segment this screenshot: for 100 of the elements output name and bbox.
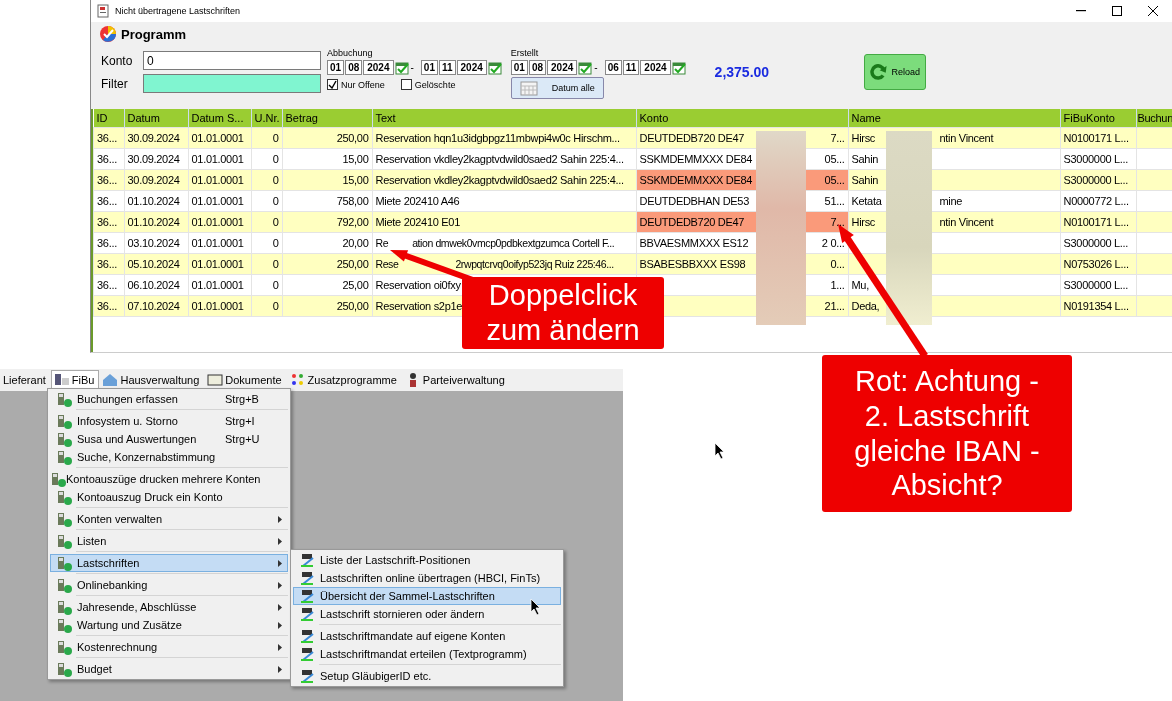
table-cell: 36... <box>93 211 124 233</box>
calendar-button[interactable] <box>487 60 502 75</box>
column-header[interactable]: ID <box>93 109 124 128</box>
column-header[interactable]: Buchun <box>1136 109 1172 128</box>
cursor-icon <box>530 598 541 616</box>
checkbox[interactable]: Gelöschte <box>400 79 456 90</box>
filter-field[interactable] <box>143 74 321 93</box>
menu-item[interactable]: Übersicht der Sammel-Lastschriften <box>293 587 561 605</box>
date-segment[interactable]: 2024 <box>456 60 487 75</box>
cell-text: 2 0... <box>821 237 845 249</box>
date-segment[interactable]: 01 <box>327 60 345 75</box>
minimize-icon <box>1076 10 1086 12</box>
cell-text: ntin Vincent <box>939 132 994 144</box>
column-header[interactable]: Datum <box>124 109 188 128</box>
menu-item[interactable]: Suche, Konzernabstimmung <box>50 448 288 466</box>
menu-item[interactable]: Budget <box>50 660 288 678</box>
maximize-icon <box>1112 6 1122 16</box>
column-header[interactable]: Name <box>848 109 1060 128</box>
calendar-button[interactable] <box>578 60 593 75</box>
date-all-button[interactable]: Datum alle <box>510 77 604 99</box>
menu-bar-item[interactable]: FiBu <box>50 370 100 390</box>
cell-text: 0... <box>830 258 845 270</box>
menu-bar-item[interactable]: Zusatzprogramme <box>286 370 402 390</box>
date-segment[interactable]: 2024 <box>640 60 671 75</box>
menu-bar-item[interactable]: Lieferant <box>0 372 51 388</box>
menu-item[interactable]: Kostenrechnung <box>50 638 288 656</box>
column-header[interactable]: Datum S... <box>188 109 251 128</box>
date-segment[interactable]: 11 <box>438 60 456 75</box>
menu-item[interactable]: Lastschriftmandate auf eigene Konten <box>293 627 561 645</box>
menu-icon <box>207 372 224 388</box>
konto-label: Konto <box>101 53 134 68</box>
app-icon <box>56 511 72 527</box>
table-cell: Reservation hqn1u3idgbpgz11mbwpi4w0c Hirschm... <box>372 127 636 149</box>
toolbar-title: Programm <box>121 26 187 42</box>
menu-bar-item[interactable]: Dokumente <box>204 370 287 390</box>
refresh-icon <box>870 62 888 82</box>
cell-text: Hirsc <box>851 132 877 144</box>
menu-bar-item[interactable]: Hausverwaltung <box>99 370 205 390</box>
menu-item[interactable]: Kontoauszug Druck ein Konto <box>50 488 288 506</box>
menu-item[interactable]: Wartung und Zusätze <box>50 616 288 634</box>
column-header[interactable]: FiBuKonto <box>1060 109 1136 128</box>
cell-text: Deda, <box>851 300 881 312</box>
menu-bar-item[interactable]: Parteiverwaltung <box>401 370 510 390</box>
menu-item[interactable]: Jahresende, Abschlüsse <box>50 598 288 616</box>
menu-item[interactable]: Lastschrift stornieren oder ändern <box>293 605 561 623</box>
menu-item[interactable]: Lastschriften online übertragen (HBCI, FinTs) <box>293 569 561 587</box>
date-segment[interactable]: 2024 <box>547 60 578 75</box>
calendar-button[interactable] <box>394 60 409 75</box>
range-dash: - <box>594 62 598 73</box>
menu-item[interactable]: Lastschriften <box>50 554 288 572</box>
table-cell: N0100171 L... <box>1060 127 1136 149</box>
date-segment[interactable]: 08 <box>345 60 363 75</box>
cell-text: DEUTDEDBHAN DE53 <box>639 195 749 207</box>
app-icon <box>56 617 72 633</box>
table-cell: Reservation vkdley2kagptvdwild0saed2 Sahin 225:4... <box>372 169 636 191</box>
menu-item[interactable]: Infosystem u. Storno Strg+I <box>50 412 288 430</box>
date-segment[interactable]: 2024 <box>363 60 394 75</box>
logo-icon <box>99 25 117 43</box>
checkbox[interactable]: Nur Offene <box>327 79 385 90</box>
date-segment[interactable]: 06 <box>604 60 622 75</box>
menu-item[interactable]: Susa und Auswertungen Strg+U <box>50 430 288 448</box>
app-icon <box>56 577 72 593</box>
date-segment[interactable]: 01 <box>420 60 438 75</box>
app-icon <box>56 661 72 677</box>
menu-item[interactable]: Konten verwalten <box>50 510 288 528</box>
shortcut-label: Strg+B <box>225 393 260 405</box>
menu-item[interactable]: Setup GläubigerID etc. <box>293 667 561 685</box>
table-cell: 0 <box>251 127 282 149</box>
date-segment[interactable]: 11 <box>622 60 640 75</box>
reload-button[interactable]: Reload <box>864 54 927 90</box>
column-header[interactable]: Konto <box>636 109 848 128</box>
menu-item[interactable]: Liste der Lastschrift-Positionen <box>293 551 561 569</box>
calendar-button[interactable] <box>671 60 686 75</box>
cell-text: Hirsc <box>851 216 877 228</box>
menu-item[interactable]: Listen <box>50 532 288 550</box>
close-icon <box>1148 6 1158 16</box>
date-segment[interactable]: 08 <box>528 60 547 75</box>
group-label: Abbuchung <box>327 48 373 58</box>
column-header[interactable]: U.Nr. <box>251 109 282 128</box>
date-segment[interactable]: 01 <box>510 60 528 75</box>
konto-field[interactable]: 0 <box>143 51 321 70</box>
calendar-check-icon <box>487 60 502 75</box>
calendar-icon <box>519 80 538 96</box>
app-icon <box>299 668 315 684</box>
column-header[interactable]: Text <box>372 109 636 128</box>
cell-text: DEUTDEDB720 DE47 <box>639 216 745 228</box>
menu-item[interactable]: Buchungen erfassen Strg+B <box>50 390 288 408</box>
window-title: Nicht übertragene Lastschriften <box>115 6 242 16</box>
table-cell: 36... <box>93 295 124 317</box>
menu-item[interactable]: Kontoauszüge drucken mehrere Konten <box>50 470 288 488</box>
column-header[interactable]: Betrag <box>282 109 372 128</box>
menu-item[interactable]: Onlinebanking <box>50 576 288 594</box>
cell-text: ntin Vincent <box>939 216 994 228</box>
callout-note: Rot: Achtung - 2. Lastschrift gleiche IBAN - Absicht? <box>822 355 1072 512</box>
cell-text: Mu, <box>851 279 870 291</box>
table-cell: 36... <box>93 127 124 149</box>
app-icon <box>56 431 72 447</box>
cell-text: DEUTDEDB720 DE47 <box>639 132 745 144</box>
cell-text: 21... <box>824 300 845 312</box>
menu-item[interactable]: Lastschriftmandat erteilen (Textprogramm) <box>293 645 561 663</box>
